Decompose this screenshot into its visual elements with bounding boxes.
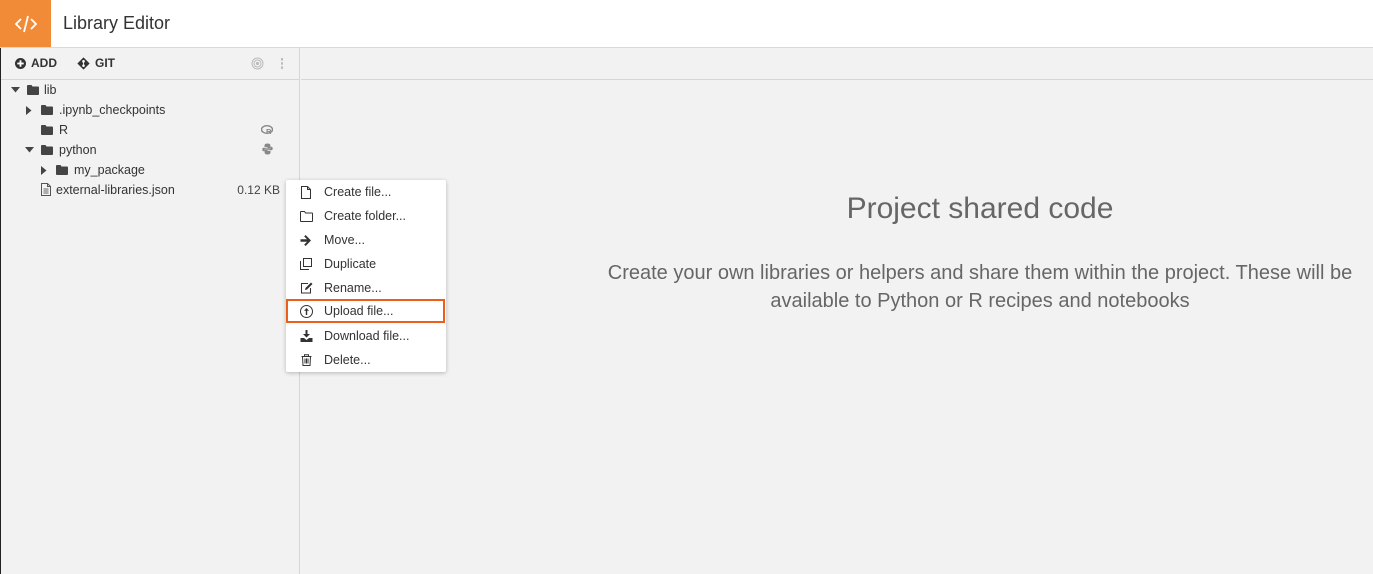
tree-item-label: R [59,123,69,137]
git-button[interactable]: GIT [77,56,115,70]
tree-item-label: lib [44,83,57,97]
tree-item-label: external-libraries.json [56,183,175,197]
menu-item-label: Upload file... [324,304,394,318]
folder-icon [41,104,53,118]
tree-item-my-package[interactable]: my_package [1,160,300,180]
caret-down-icon[interactable] [24,145,34,155]
folder-icon [41,144,53,158]
menu-item-create-file[interactable]: Create file... [286,180,446,204]
folder-icon [41,124,53,138]
folder-icon [56,164,68,178]
tree-item-label: .ipynb_checkpoints [59,103,166,117]
code-icon[interactable] [0,0,51,47]
arrow-right-icon [299,233,313,247]
menu-item-label: Create file... [324,185,392,199]
file-text-icon [41,183,51,199]
tree-item-python[interactable]: python [1,140,300,160]
menu-item-create-folder[interactable]: Create folder... [286,204,446,228]
menu-item-duplicate[interactable]: Duplicate [286,252,446,276]
context-menu: Create file... Create folder... Move... … [286,180,446,372]
tree-item-external-libraries-json[interactable]: external-libraries.json 0.12 KB [1,180,300,200]
folder-icon [299,209,313,223]
tree-item-label: python [59,143,97,157]
menu-item-label: Rename... [324,281,382,295]
upload-icon [299,304,313,318]
menu-item-label: Duplicate [324,257,377,271]
folder-icon [27,84,39,98]
tree-item-lib[interactable]: lib [1,80,300,100]
menu-item-rename[interactable]: Rename... [286,276,446,300]
copy-icon [299,257,313,271]
empty-state-description: Create your own libraries or helpers and… [607,262,1353,312]
empty-state-title: Project shared code [846,192,1114,225]
caret-right-icon[interactable] [24,105,34,115]
menu-item-move[interactable]: Move... [286,228,446,252]
plus-circle-icon [15,57,26,69]
menu-item-delete[interactable]: Delete... [286,348,446,372]
target-icon[interactable] [251,57,264,70]
tree-item-label: my_package [74,163,145,177]
menu-item-upload-file[interactable]: Upload file... [286,299,445,323]
menu-item-download-file[interactable]: Download file... [286,324,446,348]
caret-right-icon[interactable] [39,165,49,175]
tree-item-r[interactable]: R R [1,120,300,140]
edit-icon [299,281,313,295]
download-icon [299,329,313,343]
python-icon [262,143,273,158]
more-vertical-icon[interactable] [280,57,284,70]
editor-toolbar [301,48,1373,80]
add-button[interactable]: ADD [15,56,57,70]
tree-item-ipynb-checkpoints[interactable]: .ipynb_checkpoints [1,100,300,120]
top-bar: Library Editor [0,0,1373,48]
trash-icon [299,353,313,367]
file-icon [299,185,313,199]
caret-down-icon[interactable] [10,85,20,95]
svg-text:R: R [266,127,272,135]
r-language-icon: R [260,124,274,138]
menu-item-label: Download file... [324,329,410,343]
menu-item-label: Move... [324,233,365,247]
git-label: GIT [95,56,115,70]
add-label: ADD [31,56,57,70]
git-icon [77,56,90,70]
menu-item-label: Create folder... [324,209,406,223]
menu-item-label: Delete... [324,353,371,367]
file-tree-sidebar: ADD GIT lib .ipynb_checkpoints R R pytho… [1,48,300,574]
app-title: Library Editor [63,13,171,33]
file-size: 0.12 KB [237,183,280,197]
sidebar-toolbar: ADD GIT [1,48,299,80]
